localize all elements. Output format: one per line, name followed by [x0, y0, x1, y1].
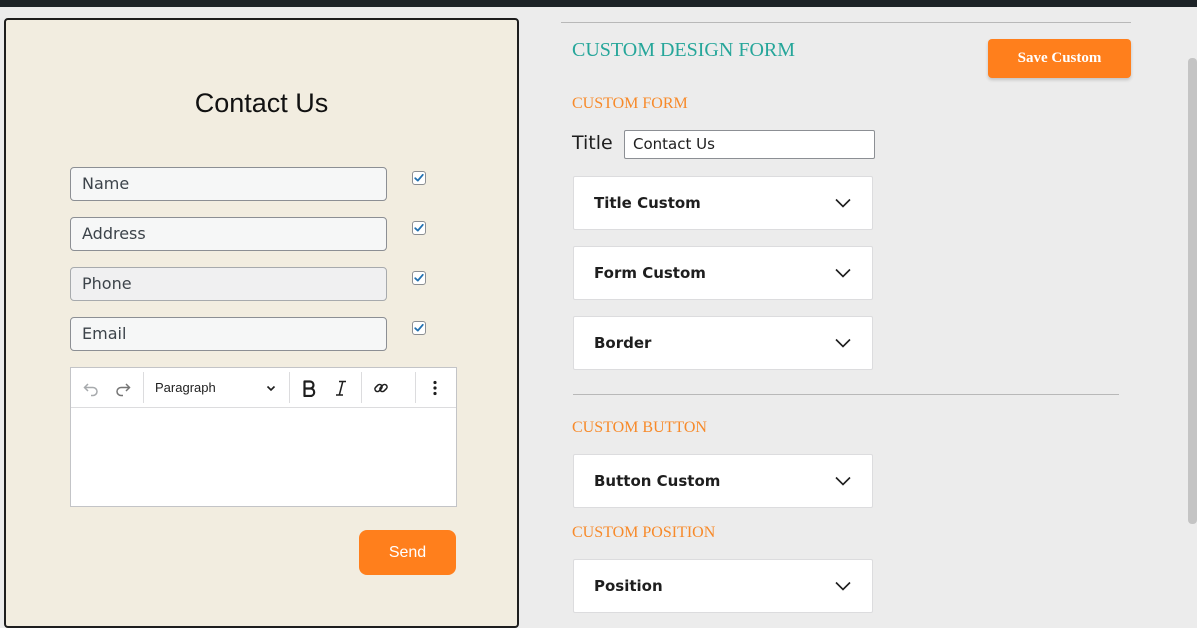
block-type-label: Paragraph [155, 380, 216, 395]
send-button[interactable]: Send [359, 530, 456, 575]
top-divider [561, 22, 1131, 23]
checkbox-checked-icon [414, 173, 424, 182]
toolbar-divider [143, 372, 144, 403]
email-field[interactable]: Email [70, 317, 387, 351]
italic-icon [336, 380, 346, 396]
panel-label: Button Custom [594, 472, 721, 490]
title-custom-panel[interactable]: Title Custom [573, 176, 873, 230]
toolbar-divider [415, 372, 416, 403]
editor-toolbar: Paragraph [71, 368, 456, 408]
redo-icon [116, 382, 131, 396]
message-editor: Paragraph [70, 367, 457, 507]
form-preview: Contact Us Name Address Phone Email Para… [4, 18, 519, 628]
editor-content-area[interactable] [71, 408, 456, 506]
toolbar-divider [361, 372, 362, 403]
checkbox-checked-icon [414, 223, 424, 232]
title-input[interactable]: Contact Us [624, 130, 875, 159]
border-panel[interactable]: Border [573, 316, 873, 370]
phone-field[interactable]: Phone [70, 267, 387, 301]
chevron-down-icon [835, 581, 851, 591]
chevron-down-icon [835, 476, 851, 486]
undo-icon [83, 382, 98, 396]
undo-button[interactable] [77, 368, 105, 407]
page-scrollbar[interactable] [1188, 58, 1197, 524]
custom-form-section-label: CUSTOM FORM [572, 95, 688, 112]
link-icon [374, 383, 388, 392]
toolbar-divider [289, 372, 290, 403]
chevron-down-icon [266, 385, 276, 391]
button-custom-panel[interactable]: Button Custom [573, 454, 873, 508]
settings-heading: CUSTOM DESIGN FORM [572, 39, 796, 61]
chevron-down-icon [835, 268, 851, 278]
more-vertical-icon [433, 380, 437, 395]
block-type-select[interactable]: Paragraph [151, 368, 281, 407]
panel-label: Border [594, 334, 652, 352]
bold-button[interactable] [295, 368, 323, 407]
panel-label: Title Custom [594, 194, 701, 212]
preview-title: Contact Us [194, 88, 329, 118]
title-label: Title [572, 132, 613, 154]
panel-label: Position [594, 577, 663, 595]
phone-field-checkbox[interactable] [412, 271, 426, 285]
redo-button[interactable] [109, 368, 137, 407]
chevron-down-icon [835, 338, 851, 348]
address-field-checkbox[interactable] [412, 221, 426, 235]
custom-button-section-label: CUSTOM BUTTON [572, 419, 707, 436]
panel-label: Form Custom [594, 264, 706, 282]
name-field[interactable]: Name [70, 167, 387, 201]
chevron-down-icon [835, 198, 851, 208]
checkbox-checked-icon [414, 273, 424, 282]
position-panel[interactable]: Position [573, 559, 873, 613]
bold-icon [303, 379, 316, 397]
checkbox-checked-icon [414, 323, 424, 332]
top-bar [0, 0, 1197, 7]
italic-button[interactable] [327, 368, 355, 407]
custom-position-section-label: CUSTOM POSITION [572, 524, 716, 541]
save-custom-button[interactable]: Save Custom [988, 39, 1131, 78]
address-field[interactable]: Address [70, 217, 387, 251]
link-button[interactable] [367, 368, 395, 407]
more-options-button[interactable] [421, 368, 449, 407]
email-field-checkbox[interactable] [412, 321, 426, 335]
section-divider [573, 394, 1119, 395]
form-custom-panel[interactable]: Form Custom [573, 246, 873, 300]
name-field-checkbox[interactable] [412, 171, 426, 185]
